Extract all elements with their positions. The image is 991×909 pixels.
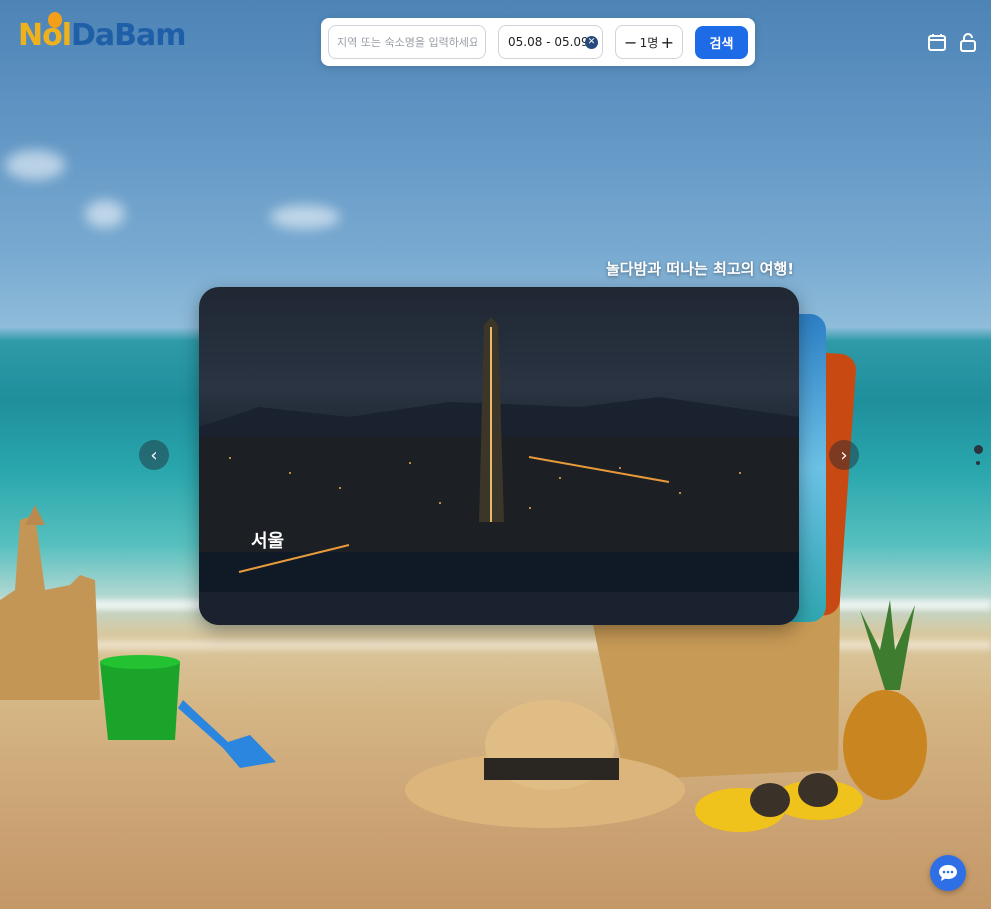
search-bar: 05.08 - 05.09 ✕ − 1명 + 검색: [321, 18, 755, 66]
hero-tagline: 놀다밤과 떠나는 최고의 여행!: [606, 260, 795, 278]
chevron-right-icon: ›: [840, 444, 848, 466]
prev-slide-button[interactable]: ‹: [139, 440, 169, 470]
destination-slide[interactable]: 서울: [199, 287, 799, 625]
balloon-icon: [48, 12, 62, 28]
slide-caption: 서울: [251, 531, 285, 552]
date-range-picker[interactable]: 05.08 - 05.09 ✕: [498, 25, 603, 59]
decrease-guests-button[interactable]: −: [624, 33, 637, 52]
clear-date-icon[interactable]: ✕: [585, 36, 598, 49]
guest-count-stepper: − 1명 +: [615, 25, 683, 59]
next-slide-button[interactable]: ›: [829, 440, 859, 470]
increase-guests-button[interactable]: +: [661, 33, 674, 52]
seoul-night-image: [199, 317, 799, 625]
chat-bubble-icon: [939, 865, 957, 881]
page-indicator-active[interactable]: [974, 445, 983, 454]
noldabam-logo[interactable]: NolDaBam: [18, 12, 187, 53]
date-range-text: 05.08 - 05.09: [508, 35, 589, 49]
calendar-icon[interactable]: [927, 32, 947, 52]
search-input[interactable]: [328, 25, 486, 59]
unlock-icon[interactable]: [958, 32, 978, 52]
page-indicator[interactable]: [976, 461, 980, 465]
guest-count: 1명: [639, 35, 659, 50]
search-button[interactable]: 검색: [695, 26, 748, 59]
chat-button[interactable]: [930, 855, 966, 891]
chevron-left-icon: ‹: [150, 444, 158, 466]
